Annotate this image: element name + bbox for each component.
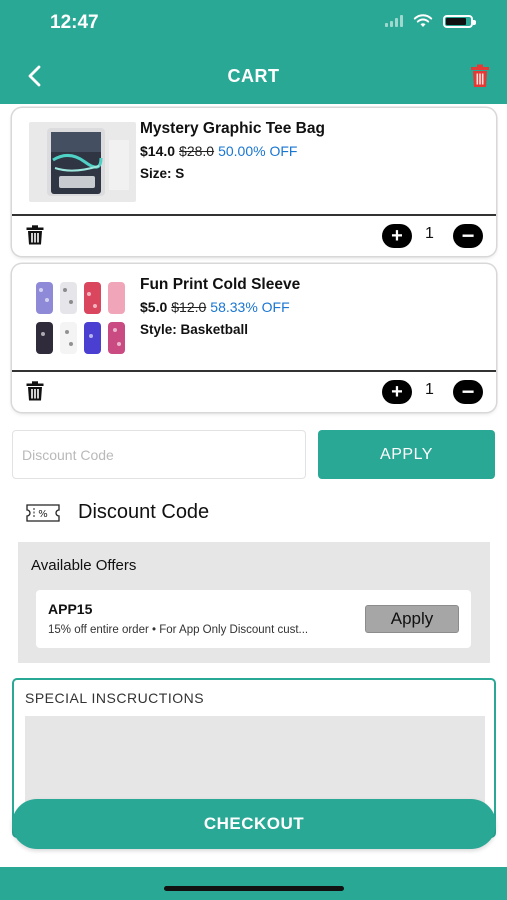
bottom-bar: [0, 867, 507, 900]
quantity-value: 1: [425, 225, 434, 242]
increase-quantity-button[interactable]: +: [382, 380, 412, 404]
decrease-quantity-button[interactable]: −: [453, 224, 483, 248]
original-price: $28.0: [179, 143, 215, 159]
quantity-value: 1: [425, 381, 434, 398]
offer-description: 15% off entire order • For App Only Disc…: [48, 624, 309, 636]
offers-title: Available Offers: [31, 557, 137, 574]
divider: [12, 370, 496, 372]
wifi-icon: [413, 14, 433, 27]
decrease-quantity-button[interactable]: −: [453, 380, 483, 404]
divider: [12, 214, 496, 216]
svg-text:%: %: [38, 509, 48, 520]
product-variant: Style: Basketball: [140, 322, 249, 337]
apply-discount-button[interactable]: APPLY: [318, 430, 495, 479]
product-image: [29, 278, 136, 358]
product-name: Mystery Graphic Tee Bag: [140, 120, 325, 137]
cart-item: Fun Print Cold Sleeve $5.0 $12.0 58.33% OF…: [12, 264, 496, 412]
trash-icon[interactable]: [470, 64, 490, 88]
discount-section-title: Discount Code: [78, 501, 210, 523]
trash-icon[interactable]: [26, 225, 44, 245]
current-price: $5.0: [140, 299, 168, 315]
product-image: [29, 122, 136, 202]
offer-code: APP15: [48, 601, 93, 617]
app-header: 12:47 CART: [0, 0, 507, 104]
discount-percent: 58.33% OFF: [210, 299, 290, 315]
instructions-label: SPECIAL INSCRUCTIONS: [25, 690, 205, 706]
product-variant: Size: S: [140, 166, 185, 181]
signal-icon: [385, 15, 403, 27]
home-indicator[interactable]: [164, 886, 344, 891]
original-price: $12.0: [171, 299, 207, 315]
increase-quantity-button[interactable]: +: [382, 224, 412, 248]
price-row: $5.0 $12.0 58.33% OFF: [140, 299, 290, 315]
checkout-button[interactable]: CHECKOUT: [12, 799, 496, 849]
current-price: $14.0: [140, 143, 176, 159]
discount-tag-icon: %: [26, 504, 60, 522]
price-row: $14.0 $28.0 50.00% OFF: [140, 143, 297, 159]
battery-icon: [443, 14, 476, 28]
status-time: 12:47: [50, 12, 99, 33]
page-title: CART: [227, 66, 280, 86]
discount-percent: 50.00% OFF: [218, 143, 298, 159]
status-icons: [385, 14, 476, 28]
apply-offer-button[interactable]: Apply: [365, 605, 459, 633]
product-name: Fun Print Cold Sleeve: [140, 276, 301, 293]
offer-item: APP15 15% off entire order • For App Onl…: [36, 590, 471, 648]
available-offers-panel: Available Offers APP15 15% off entire or…: [18, 542, 490, 663]
trash-icon[interactable]: [26, 381, 44, 401]
discount-code-input[interactable]: [12, 430, 306, 479]
cart-item: Mystery Graphic Tee Bag $14.0 $28.0 50.00%…: [12, 108, 496, 256]
